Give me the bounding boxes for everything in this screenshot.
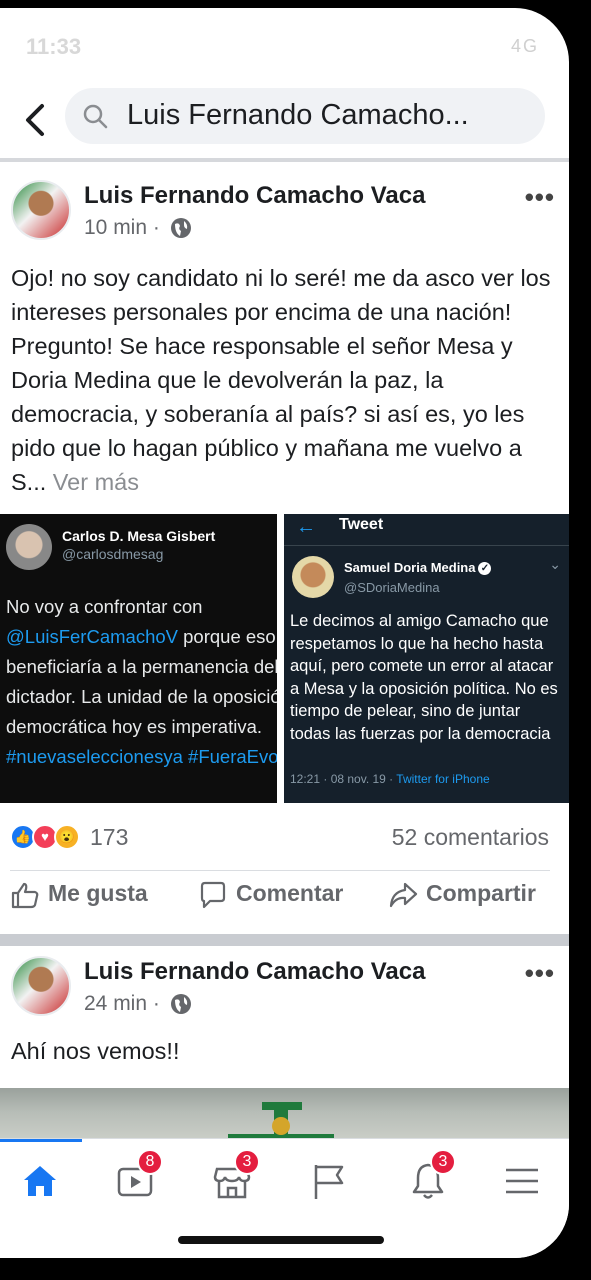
tweet-avatar — [6, 524, 52, 570]
post-separator — [0, 934, 569, 946]
post-meta: 24 min · — [84, 992, 192, 1016]
tweet-header: ← Tweet — [284, 514, 569, 546]
globe-icon — [170, 994, 191, 1015]
search-query: Luis Fernando Camacho... — [127, 99, 469, 131]
tweet-body: Le decimos al amigo Camacho que respetam… — [290, 612, 558, 743]
tweet-line-tail: porque eso — [177, 626, 276, 647]
tweet-header-title: Tweet — [339, 516, 384, 533]
tab-marketplace[interactable]: 3 — [200, 1149, 260, 1207]
home-indicator[interactable] — [178, 1236, 384, 1244]
status-bar: 11:33 4G — [0, 8, 569, 78]
comment-count[interactable]: 52 comentarios — [392, 824, 549, 851]
post-time[interactable]: 10 min — [84, 216, 147, 239]
phone-screen: 11:33 4G Luis Fernando Camacho... Luis F… — [0, 8, 569, 1258]
comment-icon — [200, 881, 226, 909]
tweet-handle: @carlosdmesag — [62, 546, 164, 562]
comment-button[interactable]: Comentar — [198, 880, 343, 910]
tweet-author-name: Samuel Doria Medina — [344, 560, 476, 575]
top-bar: Luis Fernando Camacho... — [0, 88, 569, 158]
hamburger-menu-icon — [506, 1168, 538, 1194]
post-text: Ahí nos vemos!! — [11, 1038, 180, 1064]
tweet-footer: 12:21 · 08 nov. 19 · Twitter for iPhone — [290, 772, 490, 786]
tweet-author: Carlos D. Mesa Gisbert — [62, 528, 216, 544]
active-tab-indicator — [0, 1139, 82, 1142]
notifications-badge: 3 — [430, 1149, 456, 1175]
post-author[interactable]: Luis Fernando Camacho Vaca — [84, 182, 425, 210]
flag-icon — [314, 1165, 344, 1199]
post-header: Luis Fernando Camacho Vaca 24 min · ••• — [0, 956, 569, 1030]
tweet-body: No voy a confrontar con @LuisFerCamachoV… — [6, 592, 277, 772]
back-button[interactable] — [22, 100, 50, 140]
tweet-line: beneficiaría a la permanencia del — [6, 656, 277, 677]
tab-menu[interactable] — [490, 1157, 550, 1207]
avatar[interactable] — [11, 956, 71, 1016]
post-header: Luis Fernando Camacho Vaca 10 min · ••• — [0, 180, 569, 254]
tweet-author: Samuel Doria Medina ✓ — [344, 560, 492, 576]
tweet-line: No voy a confrontar con — [6, 596, 203, 617]
chevron-left-icon — [26, 104, 44, 136]
reaction-count: 173 — [90, 824, 129, 850]
post-meta: 10 min · — [84, 216, 192, 240]
meta-dot: · — [152, 992, 166, 1015]
tweet-mention: @LuisFerCamachoV — [6, 626, 178, 647]
post-author[interactable]: Luis Fernando Camacho Vaca — [84, 958, 425, 986]
tweet-screenshot-left[interactable]: Carlos D. Mesa Gisbert @carlosdmesag No … — [0, 514, 277, 803]
share-label: Compartir — [426, 880, 536, 907]
post-images[interactable]: Carlos D. Mesa Gisbert @carlosdmesag No … — [0, 514, 569, 803]
tweet-avatar — [292, 556, 334, 598]
tweet-handle: @SDoriaMedina — [344, 580, 440, 595]
share-icon — [389, 882, 418, 908]
verified-icon: ✓ — [478, 562, 492, 576]
like-button[interactable]: Me gusta — [10, 880, 148, 910]
see-more-link[interactable]: Ver más — [53, 469, 139, 495]
avatar[interactable] — [11, 180, 71, 240]
home-icon — [24, 1166, 56, 1196]
post-body: Ojo! no soy candidato ni lo seré! me da … — [11, 265, 551, 495]
like-label: Me gusta — [48, 880, 148, 907]
post-actions: Me gusta Comentar Compartir — [0, 880, 569, 926]
search-bar[interactable]: Luis Fernando Camacho... — [65, 88, 545, 144]
tweet-line: @LuisFerCamachoV porque eso — [6, 622, 277, 652]
marketplace-badge: 3 — [234, 1149, 260, 1175]
tweet-line: dictador. La unidad de la oposición — [6, 686, 277, 707]
tab-pages[interactable] — [298, 1157, 358, 1207]
status-time: 11:33 — [26, 34, 82, 59]
status-network: 4G — [510, 36, 539, 56]
post-time[interactable]: 24 min — [84, 992, 147, 1015]
tab-watch[interactable]: 8 — [103, 1149, 163, 1207]
tweet-line: democrática hoy es imperativa. — [6, 716, 263, 737]
chevron-down-icon: ⌄ — [549, 556, 561, 572]
search-icon — [83, 104, 108, 129]
thumbs-up-icon — [11, 882, 39, 909]
wow-reaction-icon: 😮 — [54, 824, 80, 850]
actions-divider — [10, 870, 550, 871]
meta-dot: · — [152, 216, 166, 239]
tweet-screenshot-right[interactable]: ← Tweet Samuel Doria Medina ✓ @SDoriaMedi… — [284, 514, 569, 803]
tweet-source: Twitter for iPhone — [396, 772, 490, 786]
globe-icon — [170, 218, 191, 239]
tab-home[interactable] — [8, 1157, 68, 1207]
share-button[interactable]: Compartir — [388, 880, 536, 910]
top-divider — [0, 158, 569, 162]
comment-label: Comentar — [236, 880, 344, 907]
tweet-timestamp: 12:21 · 08 nov. 19 · — [290, 772, 397, 786]
more-options-icon[interactable]: ••• — [525, 182, 555, 213]
tweet-hashtags: #nuevaseleccionesya #FueraEvo — [6, 746, 277, 767]
tab-notifications[interactable]: 3 — [396, 1149, 456, 1207]
watch-badge: 8 — [137, 1149, 163, 1175]
back-arrow-icon: ← — [296, 516, 316, 538]
post-text: Ojo! no soy candidato ni lo seré! me da … — [11, 261, 551, 499]
more-options-icon[interactable]: ••• — [525, 958, 555, 989]
